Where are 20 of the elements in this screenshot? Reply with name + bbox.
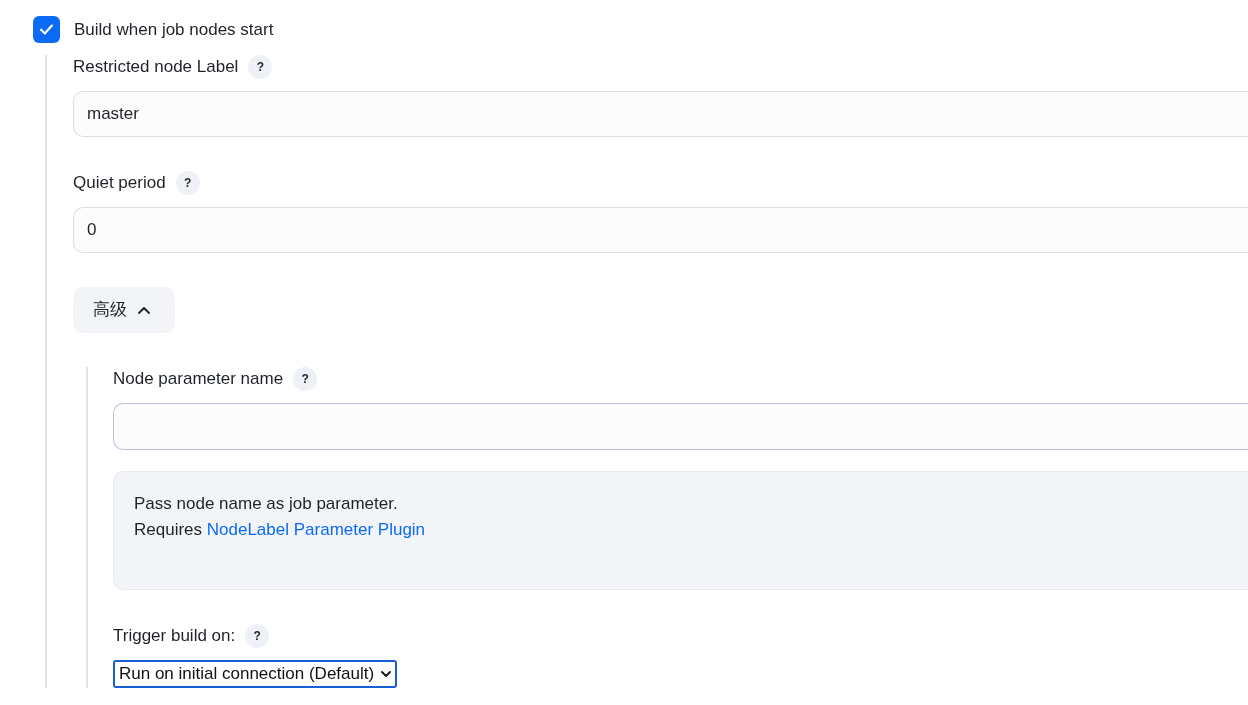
help-button[interactable]: ? (175, 171, 200, 195)
text-input[interactable]: 0 (73, 207, 1248, 253)
chevron-up-icon (138, 306, 150, 314)
field-label: Restricted node Label (73, 56, 239, 78)
checkbox-label: Build when job nodes start (74, 18, 274, 41)
plugin-link[interactable]: NodeLabel Parameter Plugin (206, 520, 426, 539)
text-input[interactable]: master (73, 91, 1248, 137)
checkbox[interactable] (33, 16, 60, 43)
field-label: Trigger build on: (113, 625, 236, 647)
checkmark-icon (40, 24, 53, 35)
advanced-toggle-button[interactable]: 高级 (73, 287, 175, 333)
field-label: Node parameter name (113, 368, 284, 390)
help-button[interactable]: ? (248, 55, 273, 79)
field-label: Quiet period (73, 172, 166, 194)
text-input[interactable] (113, 403, 1248, 450)
help-button[interactable]: ? (293, 367, 318, 391)
trigger-select[interactable]: Run on initial connection (Default) (113, 660, 398, 688)
chevron-down-icon (381, 671, 392, 677)
help-text: Pass node name as job parameter. Requires NodeLabel Parameter Plugin (134, 493, 427, 541)
help-button[interactable]: ? (245, 624, 270, 648)
